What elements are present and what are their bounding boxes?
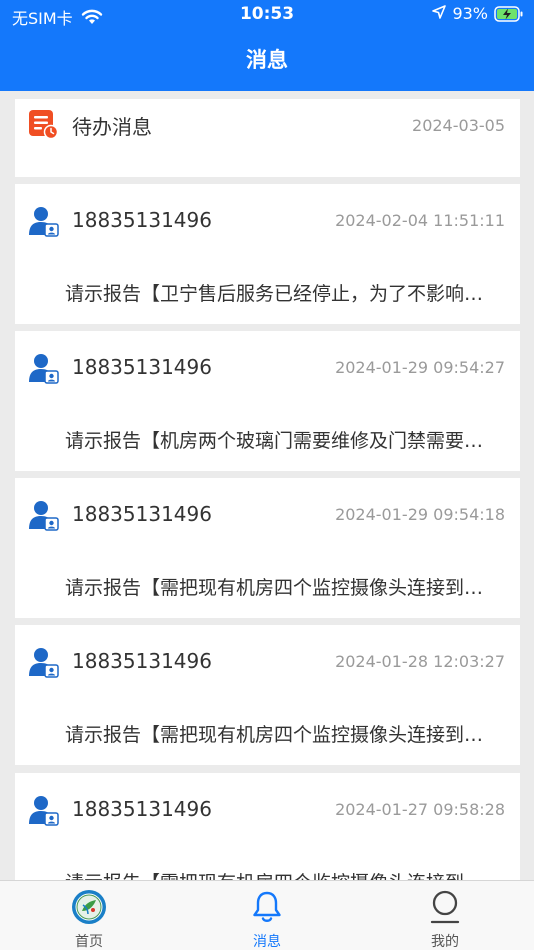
user-avatar-icon xyxy=(28,352,60,388)
tab-profile[interactable]: 我的 xyxy=(356,881,534,950)
user-avatar-icon xyxy=(28,794,60,830)
user-avatar-icon xyxy=(28,205,60,241)
message-preview: 请示报告【需把现有机房四个监控摄像头连接到监控室】 xyxy=(65,868,495,880)
todo-label: 待办消息 xyxy=(72,115,152,139)
user-avatar-icon xyxy=(28,646,60,682)
todo-date: 2024-03-05 xyxy=(412,116,505,135)
header: 无SIM卡 10:53 93% 消息 xyxy=(0,0,534,91)
tab-home-label: 首页 xyxy=(75,934,103,950)
message-preview: 请示报告【机房两个玻璃门需要维修及门禁需要更换】 xyxy=(65,430,495,452)
tab-messages[interactable]: 消息 xyxy=(178,881,356,950)
message-card[interactable]: 18835131496 2024-02-04 11:51:11 请示报告【卫宁售… xyxy=(15,184,520,324)
tab-profile-label: 我的 xyxy=(431,934,459,950)
page-title: 消息 xyxy=(246,48,288,72)
user-avatar-icon xyxy=(28,499,60,535)
message-time: 2024-01-29 09:54:27 xyxy=(335,358,505,377)
message-sender: 18835131496 xyxy=(72,355,212,379)
message-time: 2024-01-28 12:03:27 xyxy=(335,652,505,671)
message-sender: 18835131496 xyxy=(72,208,212,232)
message-sender: 18835131496 xyxy=(72,649,212,673)
tab-home[interactable]: 首页 xyxy=(0,881,178,950)
message-card[interactable]: 18835131496 2024-01-29 09:54:18 请示报告【需把现… xyxy=(15,478,520,618)
tab-bar: 首页 消息 我的 xyxy=(0,880,534,950)
status-bar: 无SIM卡 10:53 93% xyxy=(0,0,534,30)
hospital-logo-icon xyxy=(71,889,107,925)
location-arrow-icon xyxy=(432,4,447,23)
message-card[interactable]: 18835131496 2024-01-28 12:03:27 请示报告【需把现… xyxy=(15,625,520,765)
message-preview: 请示报告【卫宁售后服务已经停止，为了不影响医院正常运营】 xyxy=(65,283,495,305)
todo-message-card[interactable]: 待办消息 2024-03-05 xyxy=(15,99,520,177)
message-sender: 18835131496 xyxy=(72,797,212,821)
tab-messages-label: 消息 xyxy=(253,934,281,950)
message-sender: 18835131496 xyxy=(72,502,212,526)
todo-list-icon xyxy=(28,109,59,143)
battery-charging-icon xyxy=(494,5,524,22)
battery-percent: 93% xyxy=(452,4,488,23)
message-preview: 请示报告【需把现有机房四个监控摄像头连接到监控室】 xyxy=(65,577,495,599)
message-time: 2024-01-29 09:54:18 xyxy=(335,505,505,524)
message-list[interactable]: 待办消息 2024-03-05 18835131496 2024-02-04 1… xyxy=(0,91,534,880)
message-time: 2024-01-27 09:58:28 xyxy=(335,800,505,819)
user-profile-icon xyxy=(427,889,463,925)
bell-icon xyxy=(249,889,285,925)
message-time: 2024-02-04 11:51:11 xyxy=(335,211,505,230)
message-preview: 请示报告【需把现有机房四个监控摄像头连接到监控室】 xyxy=(65,724,495,746)
message-card[interactable]: 18835131496 2024-01-27 09:58:28 请示报告【需把现… xyxy=(15,773,520,880)
status-right: 93% xyxy=(432,4,524,23)
message-card[interactable]: 18835131496 2024-01-29 09:54:27 请示报告【机房两… xyxy=(15,331,520,471)
